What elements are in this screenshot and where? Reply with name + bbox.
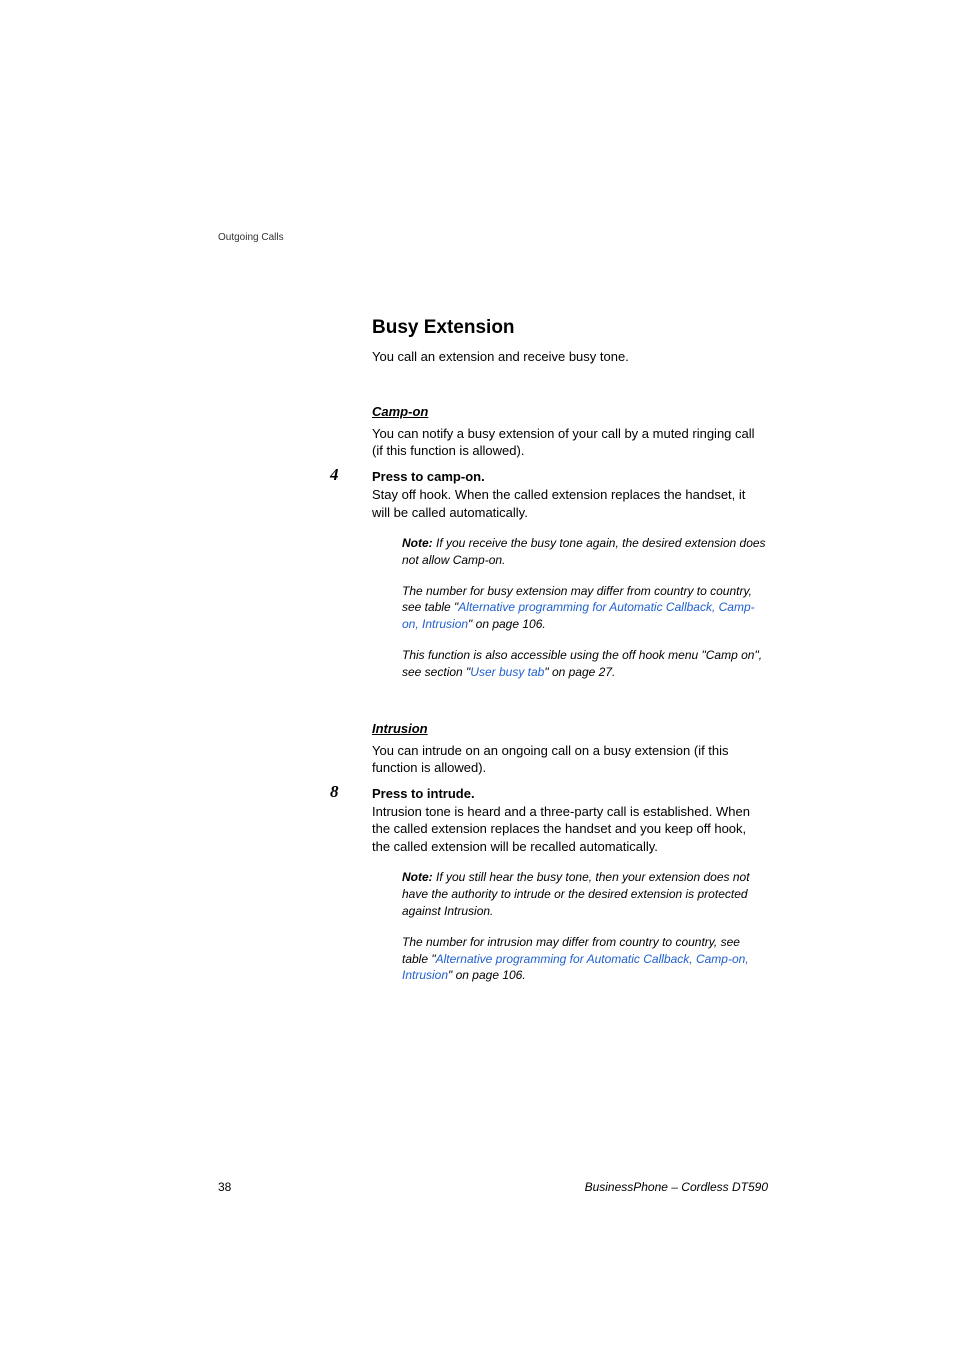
link-user-busy-tab[interactable]: User busy tab [470, 665, 544, 679]
campon-step: 4 Press to camp-on. Stay off hook. When … [372, 468, 767, 521]
intrusion-step: 8 Press to intrude. Intrusion tone is he… [372, 785, 767, 856]
intrusion-note-1: Note: If you still hear the busy tone, t… [402, 869, 767, 919]
page-number: 38 [218, 1180, 231, 1194]
step-number-4: 4 [330, 465, 339, 485]
intro-text: You call an extension and receive busy t… [372, 349, 767, 366]
campon-description: You can notify a busy extension of your … [372, 425, 767, 460]
intrusion-note-2: The number for intrusion may differ from… [402, 934, 767, 984]
campon-step-desc: Stay off hook. When the called extension… [372, 486, 767, 521]
intrusion-description: You can intrude on an ongoing call on a … [372, 742, 767, 777]
note-label: Note: [402, 536, 436, 550]
subsection-heading-camp-on: Camp-on [372, 404, 767, 419]
page-footer: 38 BusinessPhone – Cordless DT590 [218, 1180, 768, 1194]
note-post: " on page 106. [468, 617, 546, 631]
note-post: " on page 106. [448, 968, 526, 982]
subsection-heading-intrusion: Intrusion [372, 721, 767, 736]
step-number-8: 8 [330, 782, 339, 802]
campon-note-2: The number for busy extension may differ… [402, 583, 767, 633]
running-header: Outgoing Calls [218, 232, 284, 243]
page-container: Outgoing Calls Busy Extension You call a… [0, 0, 954, 1351]
note-label: Note: [402, 870, 436, 884]
content-area: Busy Extension You call an extension and… [372, 317, 767, 998]
note-text: If you receive the busy tone again, the … [402, 536, 766, 567]
campon-note-1: Note: If you receive the busy tone again… [402, 535, 767, 569]
note-post: " on page 27. [544, 665, 615, 679]
intrusion-step-label: Press to intrude. [372, 786, 475, 801]
campon-step-label: Press to camp-on. [372, 469, 485, 484]
section-gap [372, 695, 767, 721]
note-text: If you still hear the busy tone, then yo… [402, 870, 750, 918]
campon-note-3: This function is also accessible using t… [402, 647, 767, 681]
intrusion-step-desc: Intrusion tone is heard and a three-part… [372, 803, 767, 856]
section-heading-busy-extension: Busy Extension [372, 317, 767, 339]
footer-product: BusinessPhone – Cordless DT590 [585, 1180, 768, 1194]
